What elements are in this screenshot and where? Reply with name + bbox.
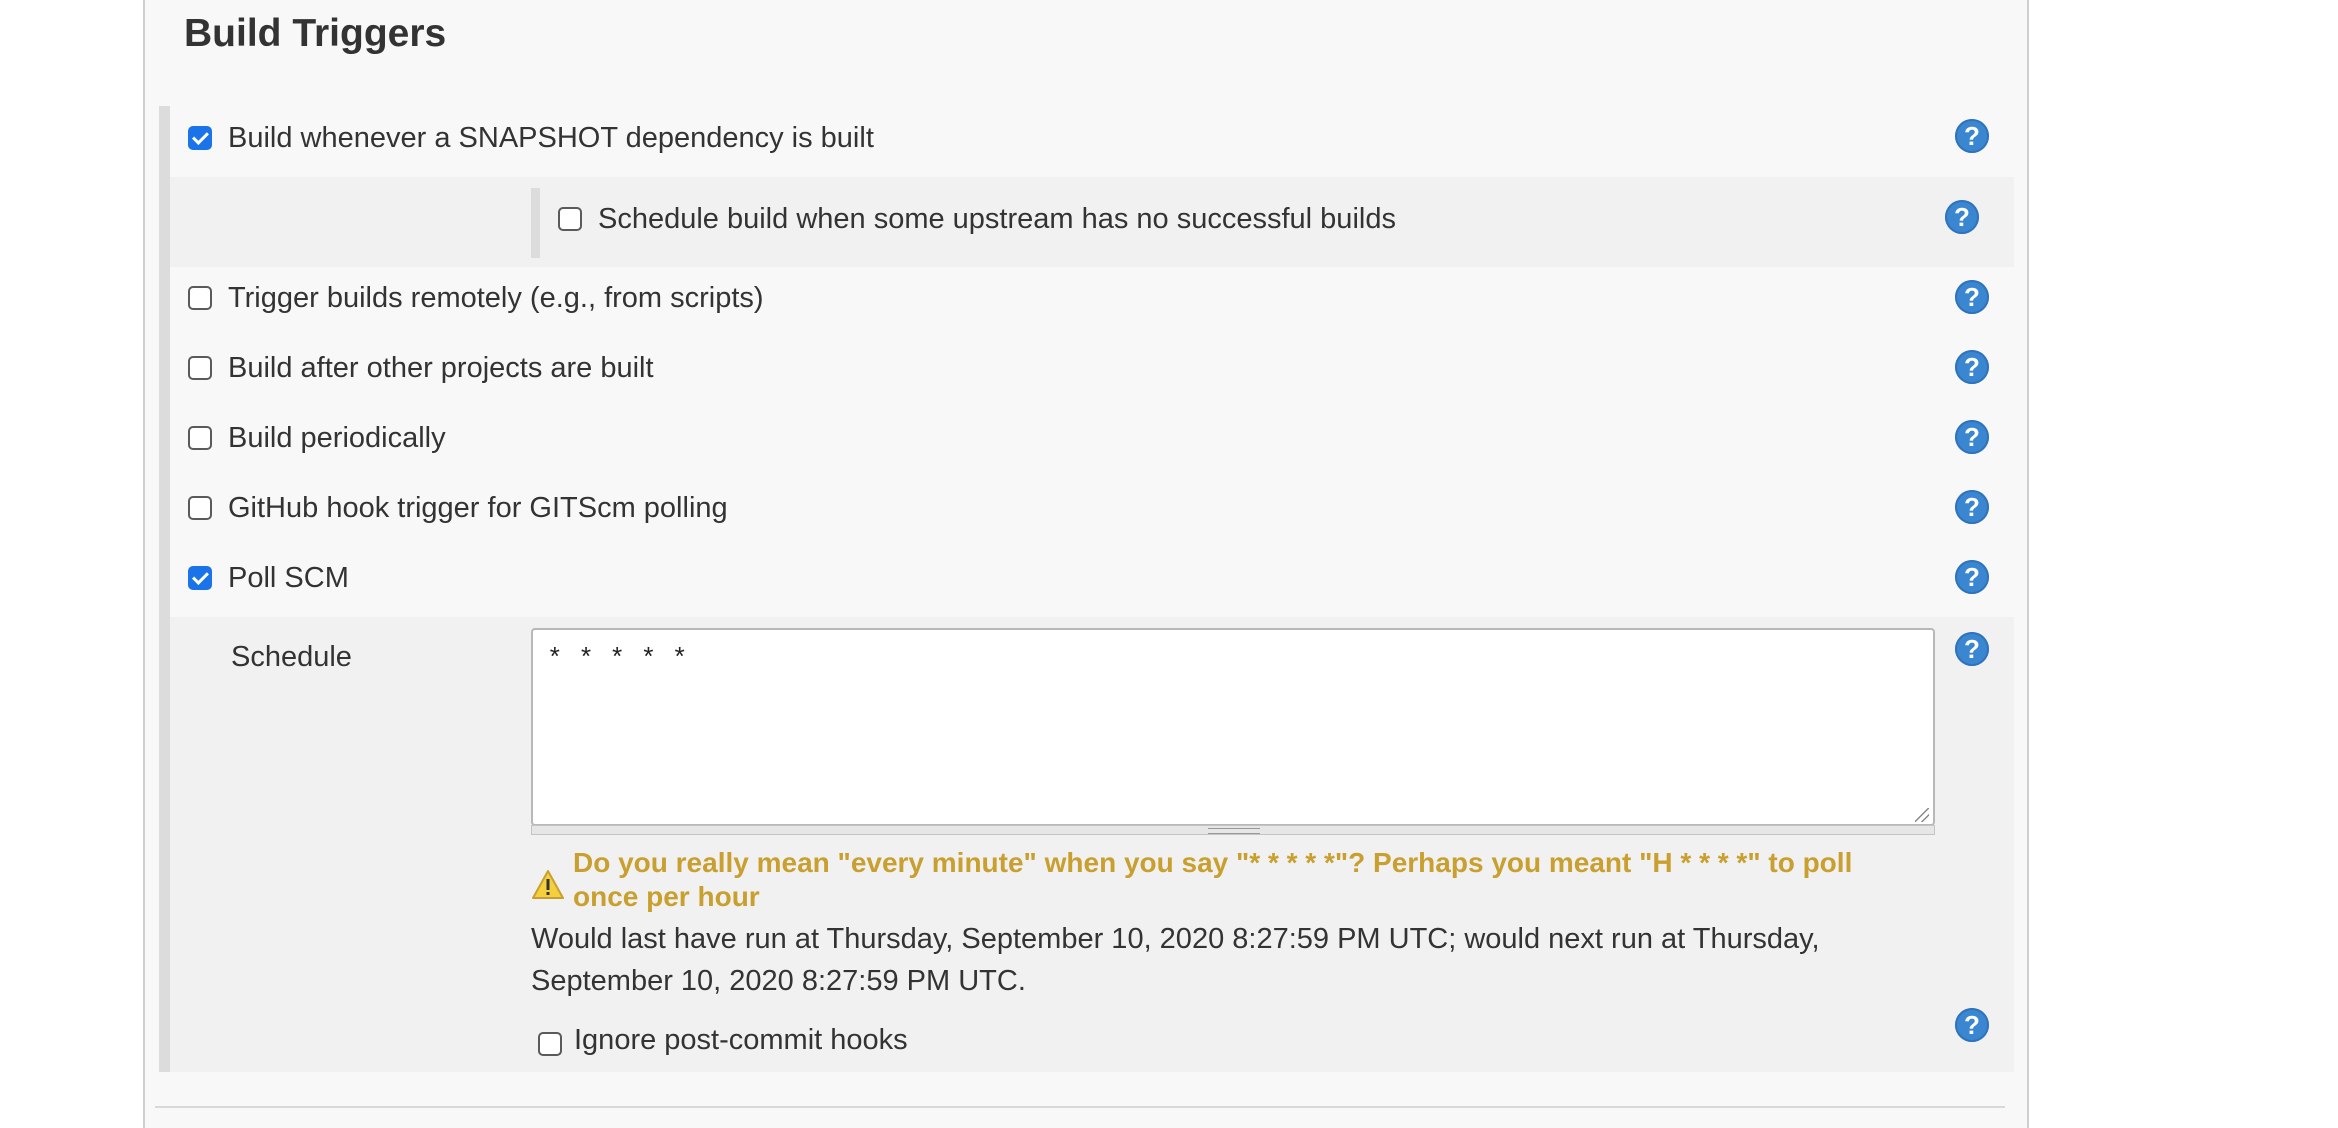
- ignore-hooks-checkbox[interactable]: [538, 1032, 562, 1056]
- upstream-label: Schedule build when some upstream has no…: [598, 202, 1396, 235]
- github-hook-checkbox[interactable]: [188, 496, 212, 520]
- trigger-periodic-row[interactable]: Build periodically: [188, 418, 446, 458]
- grip-icon: [1208, 828, 1260, 834]
- trigger-after-other-row[interactable]: Build after other projects are built: [188, 348, 654, 388]
- help-glyph: ?: [1964, 281, 1980, 312]
- help-glyph: ?: [1954, 201, 1970, 232]
- ignore-hooks-row[interactable]: Ignore post-commit hooks: [538, 1020, 908, 1060]
- schedule-textarea[interactable]: * * * * *: [531, 628, 1935, 826]
- periodic-checkbox[interactable]: [188, 426, 212, 450]
- snapshot-suboptions-bar: [531, 188, 540, 258]
- remote-checkbox[interactable]: [188, 286, 212, 310]
- trigger-github-hook-row[interactable]: GitHub hook trigger for GITScm polling: [188, 488, 728, 528]
- upstream-help-icon[interactable]: ?: [1945, 200, 1979, 234]
- trigger-poll-scm-row[interactable]: Poll SCM: [188, 558, 349, 598]
- ignore-hooks-help-icon[interactable]: ?: [1955, 1008, 1989, 1042]
- section-indent-bar: [159, 106, 170, 1072]
- poll-scm-checkbox[interactable]: [188, 566, 212, 590]
- poll-scm-help-icon[interactable]: ?: [1955, 560, 1989, 594]
- help-glyph: ?: [1964, 561, 1980, 592]
- after-other-label: Build after other projects are built: [228, 351, 654, 384]
- section-title: Build Triggers: [184, 12, 447, 55]
- github-hook-label: GitHub hook trigger for GITScm polling: [228, 491, 728, 524]
- schedule-warning: Do you really mean "every minute" when y…: [531, 846, 1911, 914]
- help-glyph: ?: [1964, 421, 1980, 452]
- help-glyph: ?: [1964, 491, 1980, 522]
- textarea-expand-bar[interactable]: [531, 825, 1935, 835]
- github-hook-help-icon[interactable]: ?: [1955, 490, 1989, 524]
- poll-scm-label: Poll SCM: [228, 561, 349, 594]
- after-other-help-icon[interactable]: ?: [1955, 350, 1989, 384]
- upstream-checkbox[interactable]: [558, 207, 582, 231]
- schedule-run-info: Would last have run at Thursday, Septemb…: [531, 923, 1820, 997]
- remote-label: Trigger builds remotely (e.g., from scri…: [228, 281, 764, 314]
- periodic-help-icon[interactable]: ?: [1955, 420, 1989, 454]
- help-glyph: ?: [1964, 633, 1980, 664]
- snapshot-checkbox[interactable]: [188, 126, 212, 150]
- warning-text: Do you really mean "every minute" when y…: [573, 847, 1853, 912]
- snapshot-help-icon[interactable]: ?: [1955, 119, 1989, 153]
- trigger-snapshot-row[interactable]: Build whenever a SNAPSHOT dependency is …: [188, 118, 874, 158]
- section-divider: [155, 1106, 2005, 1108]
- ignore-hooks-label: Ignore post-commit hooks: [574, 1023, 908, 1056]
- after-other-checkbox[interactable]: [188, 356, 212, 380]
- help-glyph: ?: [1964, 120, 1980, 151]
- schedule-label: Schedule: [231, 641, 352, 673]
- help-glyph: ?: [1964, 1009, 1980, 1040]
- textarea-resize-handle[interactable]: [1915, 808, 1929, 822]
- schedule-textarea-wrapper: * * * * *: [531, 628, 1935, 836]
- warning-triangle-icon: [532, 870, 564, 899]
- trigger-upstream-row[interactable]: Schedule build when some upstream has no…: [558, 199, 1396, 239]
- schedule-help-icon[interactable]: ?: [1955, 632, 1989, 666]
- trigger-remote-row[interactable]: Trigger builds remotely (e.g., from scri…: [188, 278, 764, 318]
- periodic-label: Build periodically: [228, 421, 446, 454]
- snapshot-label: Build whenever a SNAPSHOT dependency is …: [228, 121, 874, 154]
- remote-help-icon[interactable]: ?: [1955, 280, 1989, 314]
- help-glyph: ?: [1964, 351, 1980, 382]
